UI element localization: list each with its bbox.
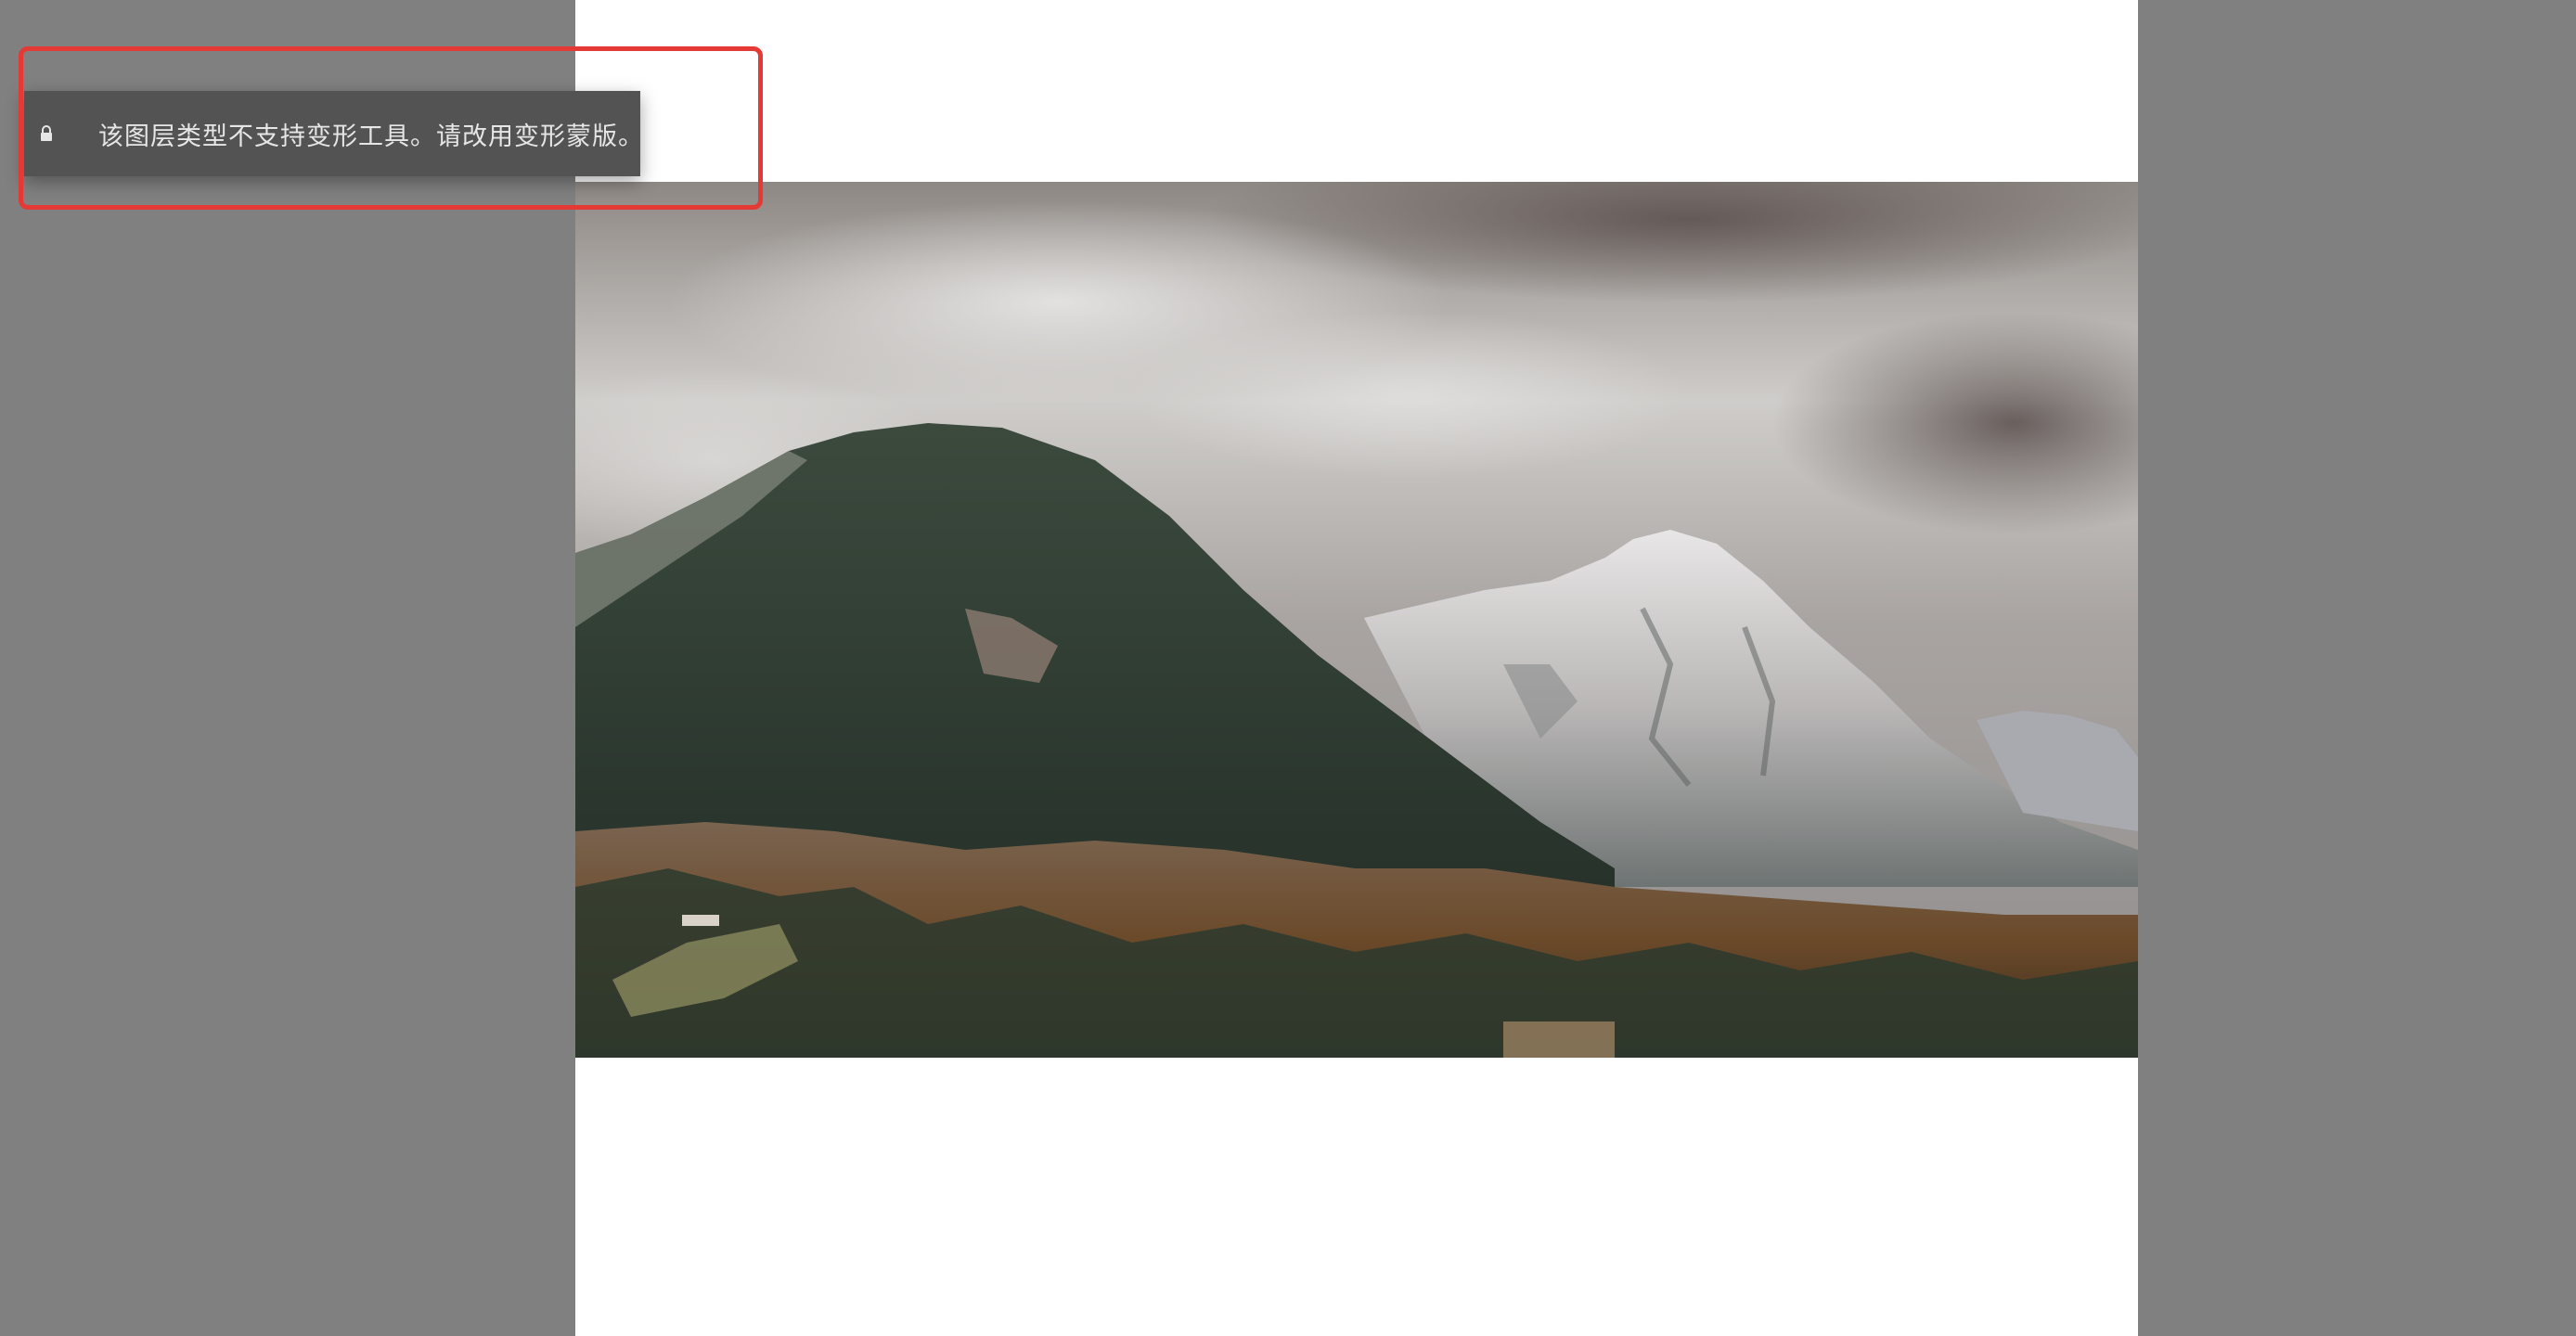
toast-message: 该图层类型不支持变形工具。请改用变形蒙版。: [98, 122, 644, 151]
notification-toast: 该图层类型不支持变形工具。请改用变形蒙版。: [24, 91, 643, 176]
lock-icon: [39, 124, 54, 143]
mountain-photo: [575, 182, 2138, 1058]
image-layer[interactable]: [575, 182, 2138, 1058]
